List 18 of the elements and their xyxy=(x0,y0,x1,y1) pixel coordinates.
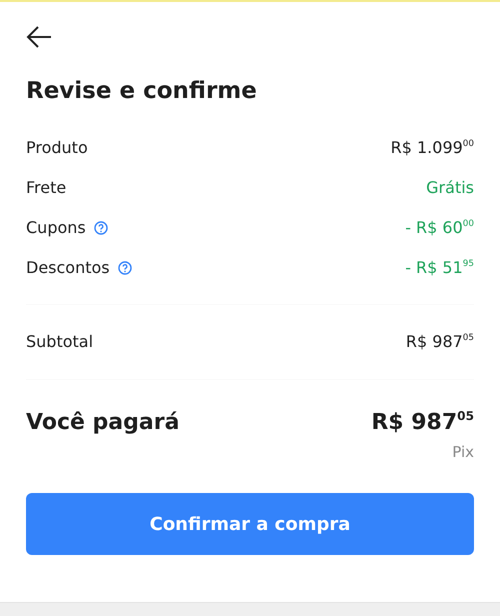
total-label: Você pagará xyxy=(26,408,180,437)
subtotal-amount: R$ 987$^{05}$ xyxy=(406,330,474,353)
help-icon[interactable] xyxy=(94,220,108,235)
page-title: Revise e confirme xyxy=(26,78,258,106)
total-amount: R$ 987$^{05}$ xyxy=(371,408,474,437)
line-amount: - R$ 60$^{00}$ xyxy=(405,216,474,239)
line-label: Descontos xyxy=(26,256,110,279)
line-amount: - R$ 51$^{95}$ xyxy=(405,256,474,279)
line-label: Cupons xyxy=(26,216,86,239)
line-label: Produto xyxy=(26,136,88,159)
line-amount: Grátis xyxy=(426,176,474,199)
help-icon[interactable] xyxy=(118,260,132,275)
subtotal-label: Subtotal xyxy=(26,330,94,353)
line-amount: R$ 1.099$^{00}$ xyxy=(390,136,474,159)
line-label: Frete xyxy=(26,176,66,199)
confirm-button[interactable]: Confirmar a compra xyxy=(26,493,474,556)
payment-method: Pix xyxy=(452,442,474,461)
back-button[interactable] xyxy=(26,24,52,50)
